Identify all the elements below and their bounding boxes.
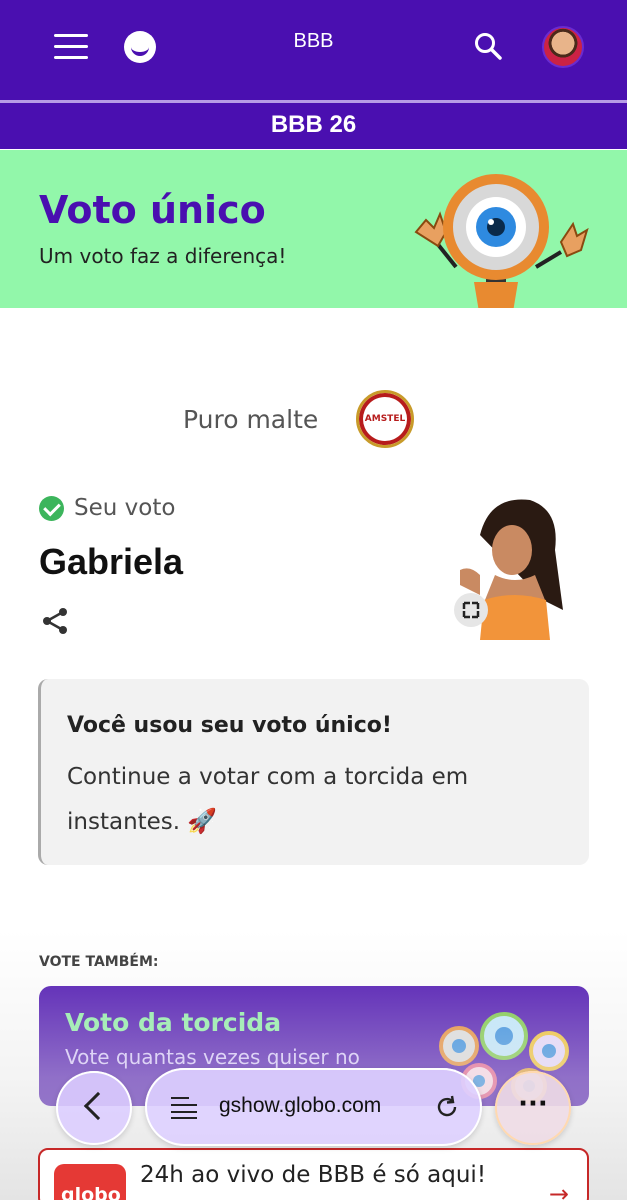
torcida-card-subtitle: Vote quantas vezes quiser no — [65, 1045, 360, 1069]
voted-participant-name: Gabriela — [39, 541, 184, 582]
top-header: BBB — [0, 0, 627, 100]
url-text[interactable]: gshow.globo.com — [219, 1094, 381, 1118]
rocket-icon: 🚀 — [187, 807, 218, 835]
arrow-right-icon: → — [548, 1180, 569, 1200]
sponsor-text: Puro malte — [183, 405, 319, 434]
reader-mode-icon[interactable] — [171, 1095, 197, 1119]
check-circle-icon — [39, 496, 64, 521]
browser-back-button[interactable] — [56, 1071, 132, 1145]
search-icon[interactable] — [473, 31, 503, 61]
banner-subtitle: Um voto faz a diferença! — [39, 244, 287, 268]
notice-text: Continue a votar com a torcida em instan… — [67, 755, 547, 844]
sponsor-logo-text: AMSTEL — [364, 414, 406, 424]
torcida-card-title: Voto da torcida — [65, 1008, 282, 1037]
banner-title: Voto único — [39, 188, 266, 232]
reload-icon[interactable] — [433, 1093, 461, 1121]
share-icon[interactable] — [40, 606, 70, 636]
user-avatar[interactable] — [542, 26, 584, 68]
browser-address-bar[interactable]: gshow.globo.com — [145, 1068, 482, 1146]
notice-body: Continue a votar com a torcida em instan… — [67, 764, 469, 835]
promo-text: 24h ao vivo de BBB é só aqui! — [140, 1162, 487, 1188]
browser-more-button[interactable]: ··· — [495, 1071, 571, 1145]
vote-used-notice: Você usou seu voto único! Continue a vot… — [38, 679, 589, 865]
vote-label: Seu voto — [74, 495, 176, 521]
notice-title: Você usou seu voto único! — [67, 713, 392, 738]
section-title[interactable]: BBB 26 — [0, 103, 627, 149]
eye-mascot-illustration — [414, 174, 589, 308]
header-title: BBB — [293, 30, 334, 52]
globo-logo: globo — [54, 1164, 126, 1200]
live-promo-banner[interactable]: globo 24h ao vivo de BBB é só aqui! → — [38, 1148, 589, 1200]
voto-unico-banner: Voto único Um voto faz a diferença! — [0, 150, 627, 308]
also-vote-label: VOTE TAMBÉM: — [39, 954, 159, 970]
expand-icon[interactable] — [454, 593, 488, 627]
amstel-logo-icon: AMSTEL — [356, 390, 414, 448]
